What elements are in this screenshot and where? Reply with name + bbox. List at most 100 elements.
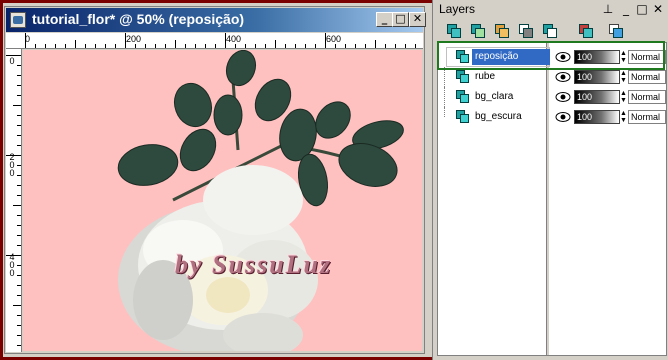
- opacity-slider[interactable]: 100: [574, 90, 620, 104]
- ruler-tick: [325, 33, 326, 48]
- layer-name[interactable]: bg_clara: [472, 89, 550, 105]
- ruler-tick: [17, 95, 21, 96]
- ruler-tick: [17, 235, 21, 236]
- raster-layer-icon: [456, 90, 470, 104]
- horizontal-ruler[interactable]: 0 200 400 600: [6, 33, 423, 49]
- ruler-tick: [205, 44, 206, 48]
- ruler-tick: [17, 275, 21, 276]
- opacity-value: 100: [577, 72, 593, 82]
- tree-line: [444, 67, 452, 87]
- ruler-tick: [45, 44, 46, 48]
- layer-row-rube[interactable]: rube 100 ▲ ▼ Normal: [438, 67, 668, 87]
- ruler-tick: [385, 44, 386, 48]
- ruler-tick: [17, 65, 21, 66]
- watermark-text: by SussuLuz: [175, 250, 333, 279]
- ruler-tick: [17, 165, 21, 166]
- visibility-eye-icon[interactable]: [555, 71, 571, 83]
- new-art-media-layer-icon[interactable]: [493, 22, 511, 40]
- palette-close-button[interactable]: ✕: [651, 2, 665, 16]
- ruler-tick: [125, 33, 126, 48]
- layers-toolbar: [439, 20, 663, 42]
- duplicate-layer-icon[interactable]: [541, 22, 559, 40]
- ruler-v-label: 400: [9, 252, 15, 278]
- ruler-tick: [17, 265, 21, 266]
- new-raster-layer-icon[interactable]: [445, 22, 463, 40]
- ruler-tick: [17, 85, 21, 86]
- layer-row-bg-escura[interactable]: bg_escura 100 ▲ ▼ Normal: [438, 107, 668, 127]
- new-vector-layer-icon[interactable]: [469, 22, 487, 40]
- ruler-tick: [185, 44, 186, 48]
- ruler-h-label: 200: [126, 34, 142, 44]
- ruler-tick: [195, 44, 196, 48]
- selected-layer-highlight-box: [437, 41, 665, 70]
- palette-restore-button[interactable]: □: [635, 2, 649, 16]
- ruler-tick: [17, 245, 21, 246]
- ruler-tick: [405, 44, 406, 48]
- ruler-tick: [355, 44, 356, 48]
- ruler-tick: [285, 44, 286, 48]
- ruler-tick: [225, 33, 226, 48]
- ruler-tick: [75, 40, 76, 48]
- new-mask-layer-icon[interactable]: [517, 22, 535, 40]
- raster-layer-icon: [456, 110, 470, 124]
- ruler-tick: [6, 255, 21, 256]
- opacity-slider[interactable]: 100: [574, 70, 620, 84]
- close-button[interactable]: ✕: [409, 12, 426, 27]
- visibility-eye-icon[interactable]: [555, 91, 571, 103]
- layer-name[interactable]: rube: [472, 69, 550, 85]
- ruler-tick: [6, 155, 21, 156]
- ruler-tick: [13, 205, 21, 206]
- ruler-tick: [17, 225, 21, 226]
- raster-layer-icon: [456, 70, 470, 84]
- blend-mode-select[interactable]: Normal: [628, 70, 666, 84]
- opacity-spin-icon[interactable]: ▲ ▼: [620, 110, 627, 124]
- ruler-tick: [55, 44, 56, 48]
- layer-name[interactable]: bg_escura: [472, 109, 550, 125]
- ruler-tick: [85, 44, 86, 48]
- ruler-v-label: 200: [9, 152, 15, 178]
- image-canvas[interactable]: by SussuLuz: [23, 50, 422, 351]
- ruler-tick: [17, 285, 21, 286]
- ruler-h-label: 400: [226, 34, 242, 44]
- layer-list: reposição 100 ▲ ▼ Normal rube 100 ▲ ▼ Norm…: [437, 42, 667, 356]
- opacity-spin-icon[interactable]: ▲ ▼: [620, 90, 627, 104]
- ruler-tick: [17, 345, 21, 346]
- ruler-tick: [65, 44, 66, 48]
- visibility-eye-icon[interactable]: [555, 111, 571, 123]
- blend-mode-select[interactable]: Normal: [628, 90, 666, 104]
- restore-button[interactable]: □: [392, 12, 409, 27]
- image-window: tutorial_flor* @ 50% (reposição) _ □ ✕ 0…: [4, 6, 426, 354]
- rose-image: [117, 50, 404, 351]
- opacity-slider[interactable]: 100: [574, 110, 620, 124]
- ruler-tick: [245, 44, 246, 48]
- ruler-tick: [395, 44, 396, 48]
- ruler-tick: [17, 135, 21, 136]
- pin-icon[interactable]: ⊥: [601, 2, 615, 16]
- ruler-tick: [145, 44, 146, 48]
- opacity-value: 100: [577, 112, 593, 122]
- ruler-tick: [115, 44, 116, 48]
- vertical-ruler[interactable]: 0 200 400: [6, 49, 22, 352]
- ruler-tick: [235, 44, 236, 48]
- layer-properties-icon[interactable]: [607, 22, 625, 40]
- opacity-value: 100: [577, 92, 593, 102]
- ruler-tick: [295, 44, 296, 48]
- ruler-tick: [17, 335, 21, 336]
- image-window-titlebar[interactable]: tutorial_flor* @ 50% (reposição) _ □ ✕: [6, 8, 426, 32]
- minimize-button[interactable]: _: [376, 12, 393, 27]
- opacity-spin-icon[interactable]: ▲ ▼: [620, 70, 627, 84]
- ruler-tick: [375, 40, 376, 48]
- ruler-tick: [175, 40, 176, 48]
- tree-line: [444, 87, 452, 107]
- palette-minimize-button[interactable]: _: [619, 2, 633, 16]
- ruler-tick: [345, 44, 346, 48]
- blend-mode-select[interactable]: Normal: [628, 110, 666, 124]
- ruler-tick: [17, 295, 21, 296]
- ruler-tick: [17, 215, 21, 216]
- ruler-tick: [165, 44, 166, 48]
- ruler-tick: [17, 145, 21, 146]
- layer-row-bg-clara[interactable]: bg_clara 100 ▲ ▼ Normal: [438, 87, 668, 107]
- ruler-tick: [17, 115, 21, 116]
- delete-layer-icon[interactable]: [577, 22, 595, 40]
- ruler-tick: [265, 44, 266, 48]
